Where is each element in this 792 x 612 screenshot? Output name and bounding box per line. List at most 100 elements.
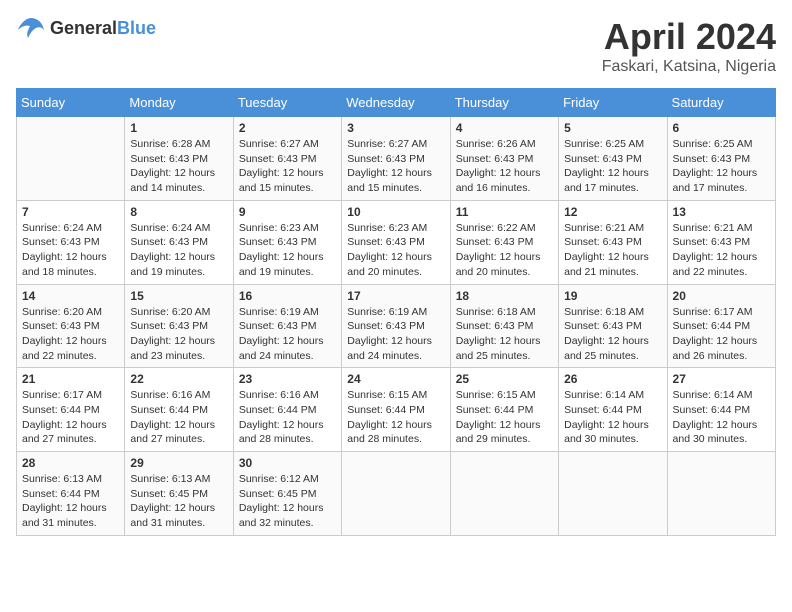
day-number: 24 bbox=[347, 372, 444, 386]
day-number: 13 bbox=[673, 205, 770, 219]
day-number: 1 bbox=[130, 121, 227, 135]
day-number: 27 bbox=[673, 372, 770, 386]
day-number: 19 bbox=[564, 289, 661, 303]
header: GeneralBlue April 2024 Faskari, Katsina,… bbox=[16, 16, 776, 76]
day-number: 10 bbox=[347, 205, 444, 219]
calendar-cell bbox=[450, 452, 558, 536]
day-number: 4 bbox=[456, 121, 553, 135]
calendar-week-2: 7 Sunrise: 6:24 AM Sunset: 6:43 PM Daylig… bbox=[17, 200, 776, 284]
calendar-cell: 15 Sunrise: 6:20 AM Sunset: 6:43 PM Dayli… bbox=[125, 284, 233, 368]
day-info: Sunrise: 6:28 AM Sunset: 6:43 PM Dayligh… bbox=[130, 137, 227, 196]
day-info: Sunrise: 6:23 AM Sunset: 6:43 PM Dayligh… bbox=[239, 221, 336, 280]
day-info: Sunrise: 6:19 AM Sunset: 6:43 PM Dayligh… bbox=[239, 305, 336, 364]
calendar-cell: 24 Sunrise: 6:15 AM Sunset: 6:44 PM Dayli… bbox=[342, 368, 450, 452]
calendar-cell: 3 Sunrise: 6:27 AM Sunset: 6:43 PM Daylig… bbox=[342, 117, 450, 201]
day-number: 11 bbox=[456, 205, 553, 219]
calendar-title: April 2024 bbox=[602, 16, 776, 58]
calendar-header-row: SundayMondayTuesdayWednesdayThursdayFrid… bbox=[17, 89, 776, 117]
day-info: Sunrise: 6:18 AM Sunset: 6:43 PM Dayligh… bbox=[564, 305, 661, 364]
day-number: 7 bbox=[22, 205, 119, 219]
calendar-cell: 20Sunrise: 6:17 AM Sunset: 6:44 PM Dayli… bbox=[667, 284, 775, 368]
day-number: 8 bbox=[130, 205, 227, 219]
day-number: 21 bbox=[22, 372, 119, 386]
day-number: 23 bbox=[239, 372, 336, 386]
day-info: Sunrise: 6:24 AM Sunset: 6:43 PM Dayligh… bbox=[22, 221, 119, 280]
calendar-cell: 25 Sunrise: 6:15 AM Sunset: 6:44 PM Dayli… bbox=[450, 368, 558, 452]
day-info: Sunrise: 6:14 AM Sunset: 6:44 PM Dayligh… bbox=[564, 388, 661, 447]
day-info: Sunrise: 6:16 AM Sunset: 6:44 PM Dayligh… bbox=[239, 388, 336, 447]
day-number: 6 bbox=[673, 121, 770, 135]
calendar-week-4: 21 Sunrise: 6:17 AM Sunset: 6:44 PM Dayli… bbox=[17, 368, 776, 452]
calendar-cell: 10Sunrise: 6:23 AM Sunset: 6:43 PM Dayli… bbox=[342, 200, 450, 284]
calendar-cell: 4 Sunrise: 6:26 AM Sunset: 6:43 PM Daylig… bbox=[450, 117, 558, 201]
day-number: 18 bbox=[456, 289, 553, 303]
day-number: 2 bbox=[239, 121, 336, 135]
day-info: Sunrise: 6:15 AM Sunset: 6:44 PM Dayligh… bbox=[347, 388, 444, 447]
title-area: April 2024 Faskari, Katsina, Nigeria bbox=[602, 16, 776, 76]
day-number: 17 bbox=[347, 289, 444, 303]
day-info: Sunrise: 6:13 AM Sunset: 6:44 PM Dayligh… bbox=[22, 472, 119, 531]
calendar-cell: 14Sunrise: 6:20 AM Sunset: 6:43 PM Dayli… bbox=[17, 284, 125, 368]
day-number: 26 bbox=[564, 372, 661, 386]
day-number: 15 bbox=[130, 289, 227, 303]
header-day-thursday: Thursday bbox=[450, 89, 558, 117]
day-info: Sunrise: 6:21 AM Sunset: 6:43 PM Dayligh… bbox=[673, 221, 770, 280]
day-info: Sunrise: 6:12 AM Sunset: 6:45 PM Dayligh… bbox=[239, 472, 336, 531]
calendar-cell: 8 Sunrise: 6:24 AM Sunset: 6:43 PM Daylig… bbox=[125, 200, 233, 284]
day-info: Sunrise: 6:25 AM Sunset: 6:43 PM Dayligh… bbox=[564, 137, 661, 196]
calendar-location: Faskari, Katsina, Nigeria bbox=[602, 58, 776, 76]
calendar-cell: 16 Sunrise: 6:19 AM Sunset: 6:43 PM Dayli… bbox=[233, 284, 341, 368]
day-number: 12 bbox=[564, 205, 661, 219]
calendar-cell bbox=[559, 452, 667, 536]
calendar-cell bbox=[667, 452, 775, 536]
calendar-cell: 2 Sunrise: 6:27 AM Sunset: 6:43 PM Daylig… bbox=[233, 117, 341, 201]
day-number: 16 bbox=[239, 289, 336, 303]
calendar-cell: 27 Sunrise: 6:14 AM Sunset: 6:44 PM Dayli… bbox=[667, 368, 775, 452]
header-day-sunday: Sunday bbox=[17, 89, 125, 117]
calendar-cell bbox=[342, 452, 450, 536]
calendar-cell: 23 Sunrise: 6:16 AM Sunset: 6:44 PM Dayli… bbox=[233, 368, 341, 452]
calendar-cell: 12 Sunrise: 6:21 AM Sunset: 6:43 PM Dayli… bbox=[559, 200, 667, 284]
day-info: Sunrise: 6:17 AM Sunset: 6:44 PM Dayligh… bbox=[22, 388, 119, 447]
day-info: Sunrise: 6:15 AM Sunset: 6:44 PM Dayligh… bbox=[456, 388, 553, 447]
day-info: Sunrise: 6:16 AM Sunset: 6:44 PM Dayligh… bbox=[130, 388, 227, 447]
header-day-friday: Friday bbox=[559, 89, 667, 117]
calendar-cell: 28 Sunrise: 6:13 AM Sunset: 6:44 PM Dayli… bbox=[17, 452, 125, 536]
calendar-cell: 21 Sunrise: 6:17 AM Sunset: 6:44 PM Dayli… bbox=[17, 368, 125, 452]
calendar-cell: 13 Sunrise: 6:21 AM Sunset: 6:43 PM Dayli… bbox=[667, 200, 775, 284]
day-number: 25 bbox=[456, 372, 553, 386]
day-info: Sunrise: 6:20 AM Sunset: 6:43 PM Dayligh… bbox=[22, 305, 119, 364]
logo-bird-icon bbox=[16, 16, 46, 40]
calendar-cell: 9 Sunrise: 6:23 AM Sunset: 6:43 PM Daylig… bbox=[233, 200, 341, 284]
calendar-cell: 11Sunrise: 6:22 AM Sunset: 6:43 PM Dayli… bbox=[450, 200, 558, 284]
day-info: Sunrise: 6:26 AM Sunset: 6:43 PM Dayligh… bbox=[456, 137, 553, 196]
calendar-cell: 7 Sunrise: 6:24 AM Sunset: 6:43 PM Daylig… bbox=[17, 200, 125, 284]
day-info: Sunrise: 6:20 AM Sunset: 6:43 PM Dayligh… bbox=[130, 305, 227, 364]
day-info: Sunrise: 6:27 AM Sunset: 6:43 PM Dayligh… bbox=[347, 137, 444, 196]
day-number: 30 bbox=[239, 456, 336, 470]
header-day-wednesday: Wednesday bbox=[342, 89, 450, 117]
calendar-cell: 5 Sunrise: 6:25 AM Sunset: 6:43 PM Daylig… bbox=[559, 117, 667, 201]
calendar-cell: 17 Sunrise: 6:19 AM Sunset: 6:43 PM Dayli… bbox=[342, 284, 450, 368]
day-info: Sunrise: 6:21 AM Sunset: 6:43 PM Dayligh… bbox=[564, 221, 661, 280]
day-number: 3 bbox=[347, 121, 444, 135]
logo-text-general: General bbox=[50, 18, 117, 38]
calendar-cell: 1 Sunrise: 6:28 AM Sunset: 6:43 PM Daylig… bbox=[125, 117, 233, 201]
calendar-cell: 30 Sunrise: 6:12 AM Sunset: 6:45 PM Dayli… bbox=[233, 452, 341, 536]
calendar-cell bbox=[17, 117, 125, 201]
calendar-week-5: 28 Sunrise: 6:13 AM Sunset: 6:44 PM Dayli… bbox=[17, 452, 776, 536]
day-info: Sunrise: 6:24 AM Sunset: 6:43 PM Dayligh… bbox=[130, 221, 227, 280]
day-number: 29 bbox=[130, 456, 227, 470]
day-info: Sunrise: 6:18 AM Sunset: 6:43 PM Dayligh… bbox=[456, 305, 553, 364]
day-info: Sunrise: 6:27 AM Sunset: 6:43 PM Dayligh… bbox=[239, 137, 336, 196]
day-number: 5 bbox=[564, 121, 661, 135]
day-number: 9 bbox=[239, 205, 336, 219]
calendar-week-3: 14Sunrise: 6:20 AM Sunset: 6:43 PM Dayli… bbox=[17, 284, 776, 368]
calendar-cell: 18 Sunrise: 6:18 AM Sunset: 6:43 PM Dayli… bbox=[450, 284, 558, 368]
day-number: 22 bbox=[130, 372, 227, 386]
day-number: 28 bbox=[22, 456, 119, 470]
calendar-cell: 6Sunrise: 6:25 AM Sunset: 6:43 PM Daylig… bbox=[667, 117, 775, 201]
day-info: Sunrise: 6:19 AM Sunset: 6:43 PM Dayligh… bbox=[347, 305, 444, 364]
logo-text-blue: Blue bbox=[117, 18, 156, 38]
day-info: Sunrise: 6:14 AM Sunset: 6:44 PM Dayligh… bbox=[673, 388, 770, 447]
